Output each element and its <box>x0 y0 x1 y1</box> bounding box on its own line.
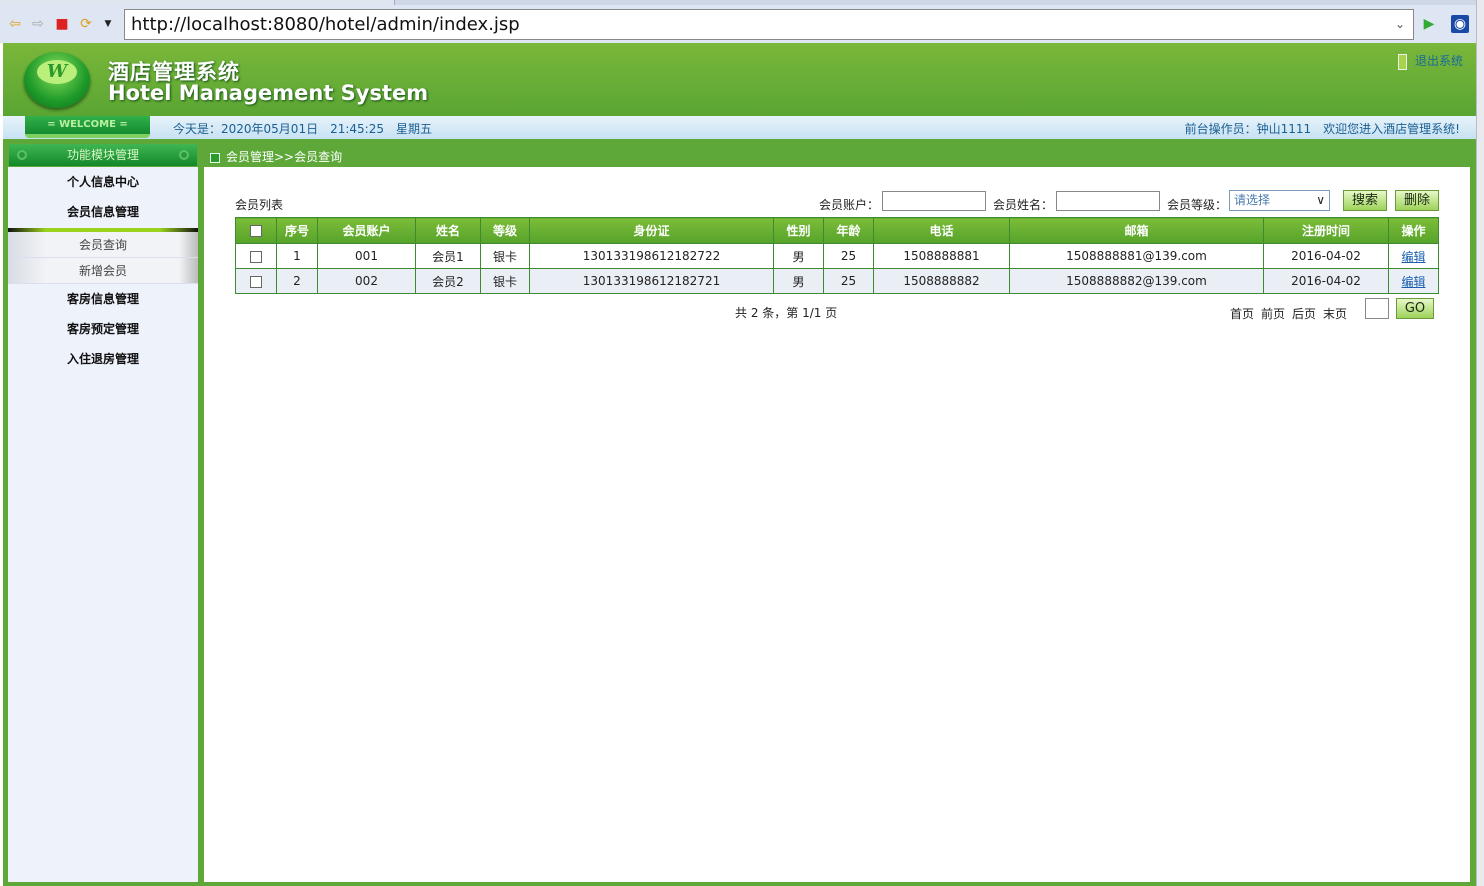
cell: 1508888882 <box>873 268 1010 294</box>
action-cell: 编辑 <box>1388 243 1439 269</box>
col-header: 序号 <box>276 217 318 244</box>
cell: 男 <box>773 268 824 294</box>
col-header: 会员账户 <box>317 217 416 244</box>
cell: 130133198612182721 <box>529 268 774 294</box>
prev-page-link[interactable]: 前页 <box>1261 305 1285 322</box>
logout-link[interactable]: 退出系统 <box>1398 52 1463 70</box>
col-header: 操作 <box>1388 217 1439 244</box>
row-checkbox[interactable] <box>235 268 277 294</box>
page-number-input[interactable] <box>1365 298 1389 319</box>
col-header: 身份证 <box>529 217 774 244</box>
table-row: 1 001 会员1 银卡 130133198612182722 男 25 150… <box>235 243 1439 269</box>
back-arrow-icon[interactable]: ⇦ <box>6 15 24 33</box>
cell: 2 <box>276 268 318 294</box>
breadcrumb: 会员管理>>会员查询 <box>210 148 342 165</box>
cell: 2016-04-02 <box>1263 268 1389 294</box>
first-page-link[interactable]: 首页 <box>1230 305 1254 322</box>
forward-arrow-icon[interactable]: ⇨ <box>29 15 47 33</box>
cell: 会员1 <box>415 243 481 269</box>
dot-icon <box>179 150 189 160</box>
site-title-en: Hotel Management System <box>108 81 429 105</box>
address-bar[interactable]: http://localhost:8080/hotel/admin/index.… <box>124 9 1414 40</box>
logo-icon: W <box>37 60 77 84</box>
delete-button[interactable]: 删除 <box>1395 190 1439 211</box>
col-header: 性别 <box>773 217 824 244</box>
name-label: 会员姓名： <box>993 198 1054 212</box>
cell: 1 <box>276 243 318 269</box>
chevron-down-icon: ∨ <box>1316 193 1325 207</box>
cell: 银卡 <box>480 268 530 294</box>
account-label: 会员账户： <box>819 198 880 212</box>
sidebar-item-room-info[interactable]: 客房信息管理 <box>8 284 198 314</box>
table-header: 序号 会员账户 姓名 等级 身份证 性别 年龄 电话 邮箱 注册时间 操作 <box>235 217 1439 244</box>
next-page-link[interactable]: 后页 <box>1292 305 1316 322</box>
sidebar-item-personal-center[interactable]: 个人信息中心 <box>8 167 198 197</box>
sidebar: 个人信息中心 会员信息管理 会员查询 新增会员 客房信息管理 客房预定管理 入住… <box>8 167 198 882</box>
table-row: 2 002 会员2 银卡 130133198612182721 男 25 150… <box>235 268 1439 294</box>
member-table: 序号 会员账户 姓名 等级 身份证 性别 年龄 电话 邮箱 注册时间 操作 1 … <box>235 217 1439 294</box>
logo: W <box>24 52 90 108</box>
cell: 会员2 <box>415 268 481 294</box>
cell: 25 <box>823 243 874 269</box>
dropdown-icon[interactable]: ▼ <box>99 15 117 33</box>
list-title: 会员列表 <box>235 198 284 212</box>
col-header: 邮箱 <box>1009 217 1264 244</box>
cell: 银卡 <box>480 243 530 269</box>
scrollbar[interactable] <box>1476 0 1484 886</box>
edit-link[interactable]: 编辑 <box>1401 275 1425 289</box>
door-exit-icon <box>1398 53 1407 70</box>
cell: 男 <box>773 243 824 269</box>
go-button[interactable]: GO <box>1396 298 1434 319</box>
chevron-down-icon[interactable]: ⌄ <box>1395 10 1405 39</box>
name-input[interactable] <box>1056 191 1160 211</box>
account-input[interactable] <box>882 191 986 211</box>
cell: 1508888881 <box>873 243 1010 269</box>
sidebar-title: 功能模块管理 <box>66 148 139 162</box>
sidebar-subitem-add-member[interactable]: 新增会员 <box>8 258 198 284</box>
level-selected: 请选择 <box>1234 193 1271 207</box>
col-header: 电话 <box>873 217 1010 244</box>
action-cell: 编辑 <box>1388 268 1439 294</box>
operator-info: 前台操作员：钟山1111 欢迎您进入酒店管理系统! <box>1184 122 1460 136</box>
col-header: 姓名 <box>415 217 481 244</box>
sidebar-subitem-member-query[interactable]: 会员查询 <box>8 232 198 258</box>
cell: 130133198612182722 <box>529 243 774 269</box>
select-all-checkbox[interactable] <box>235 217 277 244</box>
last-page-link[interactable]: 末页 <box>1323 305 1347 322</box>
refresh-icon[interactable]: ⟳ <box>77 15 95 33</box>
level-label: 会员等级： <box>1167 198 1228 212</box>
cell: 25 <box>823 268 874 294</box>
logout-label: 退出系统 <box>1415 54 1464 68</box>
pager-total: 共 2 条，第 1/1 页 <box>735 306 838 320</box>
welcome-badge: = WELCOME = <box>25 116 150 138</box>
sidebar-item-room-booking[interactable]: 客房预定管理 <box>8 314 198 344</box>
row-checkbox[interactable] <box>235 243 277 269</box>
cell: 1508888882@139.com <box>1009 268 1264 294</box>
col-header: 等级 <box>480 217 530 244</box>
cell: 2016-04-02 <box>1263 243 1389 269</box>
sidebar-header: 功能模块管理 <box>9 144 197 166</box>
level-select[interactable]: 请选择 ∨ <box>1229 190 1330 211</box>
col-header: 年龄 <box>823 217 874 244</box>
arrow-right-icon <box>210 152 220 163</box>
cell: 002 <box>317 268 416 294</box>
col-header: 注册时间 <box>1263 217 1389 244</box>
breadcrumb-text: 会员管理>>会员查询 <box>226 150 343 164</box>
current-date: 今天是：2020年05月01日 21:45:25 星期五 <box>173 122 432 136</box>
url-text: http://localhost:8080/hotel/admin/index.… <box>131 14 520 35</box>
browser-logo-icon: ◉ <box>1451 15 1469 33</box>
cell: 1508888881@139.com <box>1009 243 1264 269</box>
search-button[interactable]: 搜索 <box>1343 190 1387 211</box>
cell: 001 <box>317 243 416 269</box>
edit-link[interactable]: 编辑 <box>1401 250 1425 264</box>
sidebar-item-checkin-checkout[interactable]: 入住退房管理 <box>8 344 198 374</box>
go-icon[interactable]: ▶ <box>1420 15 1438 33</box>
sidebar-item-member-management[interactable]: 会员信息管理 <box>8 197 198 227</box>
dot-icon <box>17 150 27 160</box>
stop-icon[interactable]: ■ <box>53 15 71 33</box>
